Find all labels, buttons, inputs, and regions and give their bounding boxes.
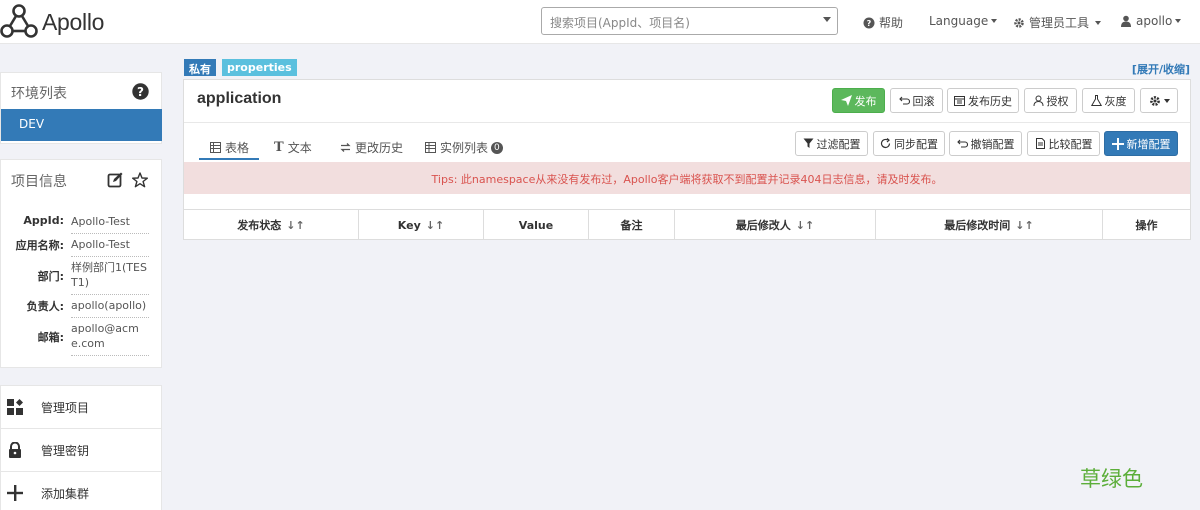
plus-icon xyxy=(7,485,23,501)
column-header-status[interactable]: 发布状态 ↓↑ xyxy=(184,210,359,240)
rollback-button[interactable]: 回滚 xyxy=(890,88,943,113)
apollo-logo[interactable]: Apollo xyxy=(0,4,104,40)
svg-text:?: ? xyxy=(137,85,144,99)
private-tag: 私有 xyxy=(184,59,216,76)
revoke-config-button[interactable]: 撤销配置 xyxy=(949,131,1022,156)
list-icon xyxy=(425,142,436,153)
header-divider xyxy=(184,122,1190,123)
apollo-logo-icon xyxy=(0,4,38,38)
plus-icon xyxy=(1111,137,1124,150)
active-tab-indicator xyxy=(199,158,259,160)
rollback-icon xyxy=(898,96,910,105)
help-label: 帮助 xyxy=(879,16,904,30)
user-icon xyxy=(1121,15,1131,27)
file-icon xyxy=(1035,138,1045,149)
tab-table[interactable]: 表格 xyxy=(210,139,249,156)
column-header-actions: 操作 xyxy=(1135,219,1158,232)
send-icon xyxy=(840,95,852,106)
manage-secret-item[interactable]: 管理密钥 xyxy=(1,428,162,471)
edit-icon[interactable] xyxy=(107,172,123,188)
star-icon[interactable] xyxy=(132,172,148,188)
sort-icon: ↓↑ xyxy=(425,218,445,232)
publish-button[interactable]: 发布 xyxy=(832,88,885,113)
release-history-button[interactable]: 发布历史 xyxy=(947,88,1019,113)
undo-icon xyxy=(956,139,968,148)
top-navbar: Apollo 搜索项目(AppId、项目名) ? 帮助 Language 管理员… xyxy=(0,0,1200,44)
env-list-panel: 环境列表 ? DEV xyxy=(0,72,162,144)
caret-down-icon xyxy=(1163,98,1170,103)
user-label: apollo xyxy=(1136,14,1173,28)
table-icon xyxy=(210,142,221,153)
language-label: Language xyxy=(929,14,989,28)
footer-note: 草绿色 xyxy=(1080,467,1143,491)
compare-config-button[interactable]: 比较配置 xyxy=(1027,131,1100,156)
filter-config-button[interactable]: 过滤配置 xyxy=(795,131,868,156)
admin-tools-label: 管理员工具 xyxy=(1029,16,1090,30)
column-header-modifier[interactable]: 最后修改人 ↓↑ xyxy=(675,210,876,240)
namespace-title: application xyxy=(197,90,282,107)
language-dropdown[interactable]: Language xyxy=(929,14,998,28)
grant-button[interactable]: 授权 xyxy=(1024,88,1077,113)
sort-icon: ↓↑ xyxy=(1015,218,1034,232)
project-menu-panel: 管理项目 管理密钥 添加集群 xyxy=(0,385,162,510)
unpublished-tips-alert: Tips: 此namespace从来没有发布过，Apollo客户端将获取不到配置… xyxy=(184,162,1190,194)
text-icon: T xyxy=(274,140,284,155)
filter-icon xyxy=(803,138,813,148)
user-dropdown[interactable]: apollo xyxy=(1120,14,1182,28)
tab-change-history[interactable]: 更改历史 xyxy=(340,139,403,156)
format-tag: properties xyxy=(222,59,297,76)
question-circle-icon: ? xyxy=(863,17,875,28)
caret-down-icon xyxy=(991,19,998,23)
add-cluster-item[interactable]: 添加集群 xyxy=(1,471,162,510)
caret-down-icon xyxy=(1095,20,1102,25)
env-item-dev[interactable]: DEV xyxy=(1,109,162,141)
exchange-icon xyxy=(340,143,351,152)
user-icon xyxy=(1033,95,1043,106)
app-name: Apollo xyxy=(42,8,105,35)
gear-icon xyxy=(1014,17,1024,28)
gear-icon xyxy=(1149,95,1160,106)
column-header-modified-time[interactable]: 最后修改时间 ↓↑ xyxy=(876,210,1103,240)
caret-down-icon xyxy=(1175,19,1182,23)
env-list-title: 环境列表 xyxy=(11,86,67,102)
add-config-button[interactable]: 新增配置 xyxy=(1104,131,1178,156)
help-link[interactable]: ? 帮助 xyxy=(863,14,903,31)
lock-icon xyxy=(9,442,21,458)
project-info-title: 项目信息 xyxy=(11,174,67,190)
instances-count-badge: 0 xyxy=(491,141,503,154)
svg-text:?: ? xyxy=(867,19,872,28)
chevron-down-icon xyxy=(823,17,831,22)
tips-text: Tips: 此namespace从来没有发布过，Apollo客户端将获取不到配置… xyxy=(431,173,943,186)
column-header-comment: 备注 xyxy=(589,210,675,240)
flask-icon xyxy=(1090,95,1102,106)
project-info-panel: 项目信息 AppId: Apollo-Test 应用名称: Apollo-Tes… xyxy=(0,159,162,368)
grid-icon xyxy=(7,399,23,415)
column-header-value: Value xyxy=(484,210,589,240)
project-search-select[interactable]: 搜索项目(AppId、项目名) xyxy=(541,7,838,35)
settings-dropdown-button[interactable] xyxy=(1140,88,1178,113)
expand-collapse-link[interactable]: [展开/收缩] xyxy=(1132,61,1190,77)
sync-config-button[interactable]: 同步配置 xyxy=(873,131,945,156)
refresh-icon xyxy=(880,138,891,149)
admin-tools-dropdown[interactable]: 管理员工具 xyxy=(1013,14,1102,31)
namespace-panel: application 发布 回滚 发布历史 授权 灰度 表格 T 文本 更改历… xyxy=(183,79,1191,240)
sort-icon: ↓↑ xyxy=(795,218,815,232)
search-placeholder: 搜索项目(AppId、项目名) xyxy=(550,16,690,30)
sort-icon: ↓↑ xyxy=(286,218,305,232)
manage-project-item[interactable]: 管理项目 xyxy=(1,385,162,428)
tab-instances[interactable]: 实例列表 0 xyxy=(425,139,503,156)
column-header-key[interactable]: Key ↓↑ xyxy=(359,210,484,240)
question-circle-icon[interactable]: ? xyxy=(132,83,149,100)
tab-text[interactable]: T 文本 xyxy=(274,139,312,156)
calendar-icon xyxy=(954,96,965,106)
gray-release-button[interactable]: 灰度 xyxy=(1082,88,1135,113)
